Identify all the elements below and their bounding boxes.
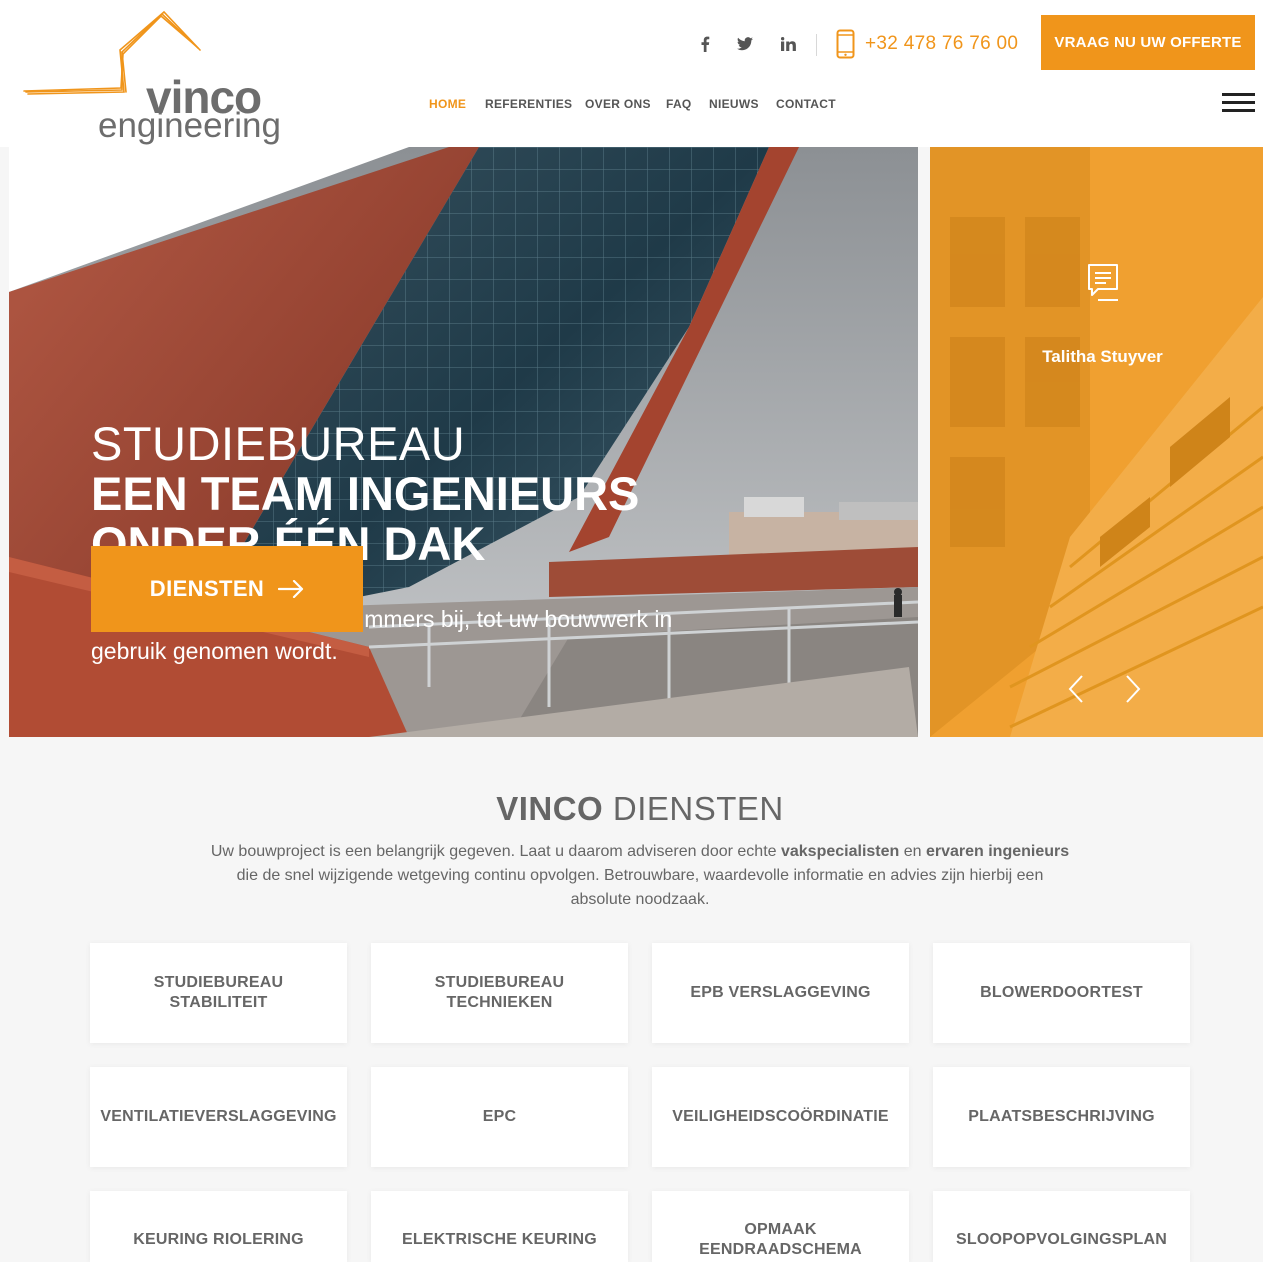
hamburger-menu-icon[interactable] xyxy=(1222,93,1255,113)
service-card-blowerdoortest[interactable]: BLOWERDOORTEST xyxy=(933,943,1190,1043)
service-card-sloopopvolgingsplan[interactable]: SLOOPOPVOLGINGSPLAN xyxy=(933,1191,1190,1262)
diensten-button[interactable]: DIENSTEN xyxy=(91,546,363,632)
service-card-plaatsbeschrijving[interactable]: PLAATSBESCHRIJVING xyxy=(933,1067,1190,1167)
service-card-veiligheidscoordinatie[interactable]: VEILIGHEIDSCOÖRDINATIE xyxy=(652,1067,909,1167)
testimonial-author: Talitha Stuyver xyxy=(1042,347,1163,366)
testimonial-building-photo xyxy=(930,147,1263,737)
request-quote-button[interactable]: VRAAG NU UW OFFERTE xyxy=(1041,15,1255,70)
service-card-studiebureau-stabiliteit[interactable]: STUDIEBUREAU STABILITEIT xyxy=(90,943,347,1043)
logo-wordmark-engineering: engineering xyxy=(98,106,281,145)
next-arrow-icon[interactable] xyxy=(1119,674,1145,704)
facebook-icon[interactable] xyxy=(694,32,716,56)
vinco-logo[interactable]: vinco engineering xyxy=(22,8,292,148)
services-intro-text-3: die de snel wijzigende wetgeving continu… xyxy=(236,867,1044,908)
service-card-keuring-riolering[interactable]: KEURING RIOLERING xyxy=(90,1191,347,1262)
nav-item-nieuws[interactable]: NIEUWS xyxy=(709,97,759,111)
phone-number-link[interactable]: +32 478 76 76 00 xyxy=(865,33,1018,55)
header-divider xyxy=(816,34,817,56)
nav-item-faq[interactable]: FAQ xyxy=(666,97,692,111)
service-card-ventilatieverslaggeving[interactable]: VENTILATIEVERSLAGGEVING xyxy=(90,1067,347,1167)
nav-item-over-ons[interactable]: OVER ONS xyxy=(585,97,651,111)
service-card-epc[interactable]: EPC xyxy=(371,1067,628,1167)
services-intro: Uw bouwproject is een belangrijk gegeven… xyxy=(210,840,1070,912)
services-title-bold: VINCO xyxy=(496,790,604,827)
arrow-right-icon xyxy=(278,580,304,598)
services-title: VINCO DIENSTEN xyxy=(0,790,1263,828)
nav-item-referenties[interactable]: REFERENTIES xyxy=(485,97,572,111)
hero-eyebrow: STUDIEBUREAU xyxy=(91,417,466,470)
service-card-studiebureau-technieken[interactable]: STUDIEBUREAU TECHNIEKEN xyxy=(371,943,628,1043)
service-card-epb-verslaggeving[interactable]: EPB VERSLAGGEVING xyxy=(652,943,909,1043)
service-card-elektrische-keuring[interactable]: ELEKTRISCHE KEURING xyxy=(371,1191,628,1262)
speech-bubble-icon xyxy=(1088,264,1118,301)
site-header: vinco engineering +32 478 76 76 00 VRAAG… xyxy=(0,0,1263,147)
service-card-opmaak-eendraadschema[interactable]: OPMAAK EENDRAADSCHEMA xyxy=(652,1191,909,1262)
nav-item-home[interactable]: HOME xyxy=(429,97,466,111)
prev-arrow-icon[interactable] xyxy=(1064,674,1090,704)
twitter-icon[interactable] xyxy=(734,32,756,56)
services-intro-text-1: Uw bouwproject is een belangrijk gegeven… xyxy=(210,843,781,860)
services-intro-text-2: en xyxy=(899,843,926,860)
hero-banner: STUDIEBUREAU EEN TEAM INGENIEURS ONDER É… xyxy=(9,147,918,737)
mobile-phone-icon xyxy=(836,29,855,64)
services-intro-bold-1: vakspecialisten xyxy=(780,843,900,860)
nav-item-contact[interactable]: CONTACT xyxy=(776,97,836,111)
testimonial-panel: Talitha Stuyver xyxy=(930,147,1263,737)
services-intro-bold-2: ervaren ingenieurs xyxy=(925,843,1070,860)
linkedin-icon[interactable] xyxy=(777,32,799,56)
diensten-button-label: DIENSTEN xyxy=(149,576,265,601)
services-title-rest: DIENSTEN xyxy=(612,790,784,827)
hero-title-line-1: EEN TEAM INGENIEURS xyxy=(91,467,640,520)
